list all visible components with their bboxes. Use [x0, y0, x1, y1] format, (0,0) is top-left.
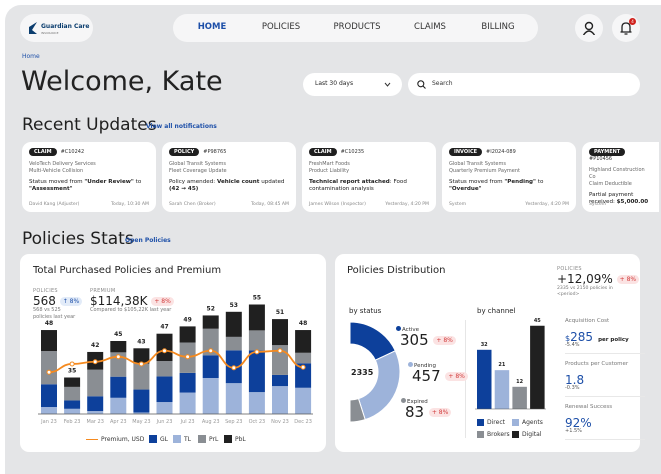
metric-label: Renewal Success	[565, 404, 613, 410]
metric-unit: per policy	[598, 337, 629, 343]
legend-label: Brokers	[487, 431, 510, 438]
channel-bar-brokers	[512, 386, 527, 409]
legend-swatch	[512, 419, 519, 426]
metric-change: +1.5%	[565, 428, 582, 434]
divider	[565, 353, 645, 354]
legend-swatch	[477, 431, 484, 438]
distribution-charts: 32 21 12 45	[349, 318, 546, 423]
channel-bar-direct	[477, 349, 492, 409]
status-change-badge: + 8%	[428, 408, 452, 417]
status-value: 305	[400, 331, 429, 349]
metric-change: -0.3%	[565, 385, 580, 391]
metric-change: -5.4%	[565, 342, 580, 348]
legend-label: Agents	[522, 419, 543, 426]
status-value: 83	[405, 403, 425, 421]
channel-bar-label: 12	[516, 379, 523, 385]
legend-agents: Agents	[512, 419, 543, 426]
status-change-badge: + 8%	[445, 372, 468, 381]
legend-label: Digital	[522, 431, 542, 438]
legend-swatch	[477, 419, 484, 426]
legend-brokers: Brokers	[477, 431, 510, 438]
channel-bar-label: 45	[534, 318, 541, 324]
channel-bar-digital	[530, 325, 545, 409]
donut-chart	[349, 321, 401, 423]
divider	[565, 439, 645, 440]
legend-direct: Direct	[477, 419, 505, 426]
side-policies-subtext: 2335 vs 2150 policies in <period>	[557, 286, 613, 297]
metric-label: Products per Customer	[565, 361, 629, 367]
metric-label: Acquisition Cost	[565, 318, 610, 324]
legend-digital: Digital	[512, 431, 541, 438]
channel-bar-agents	[494, 370, 510, 409]
donut-slice-pending	[357, 350, 401, 421]
channel-bar-label: 32	[481, 342, 488, 348]
side-policies-value: +12,09%	[557, 272, 613, 286]
channel-bar-label: 21	[498, 362, 505, 368]
status-value: 457	[412, 367, 441, 385]
legend-swatch	[512, 431, 519, 438]
status-change-badge: + 8%	[433, 336, 456, 345]
divider	[565, 396, 645, 397]
side-policies-badge: + 8%	[616, 275, 640, 284]
legend-label: Direct	[487, 419, 505, 426]
